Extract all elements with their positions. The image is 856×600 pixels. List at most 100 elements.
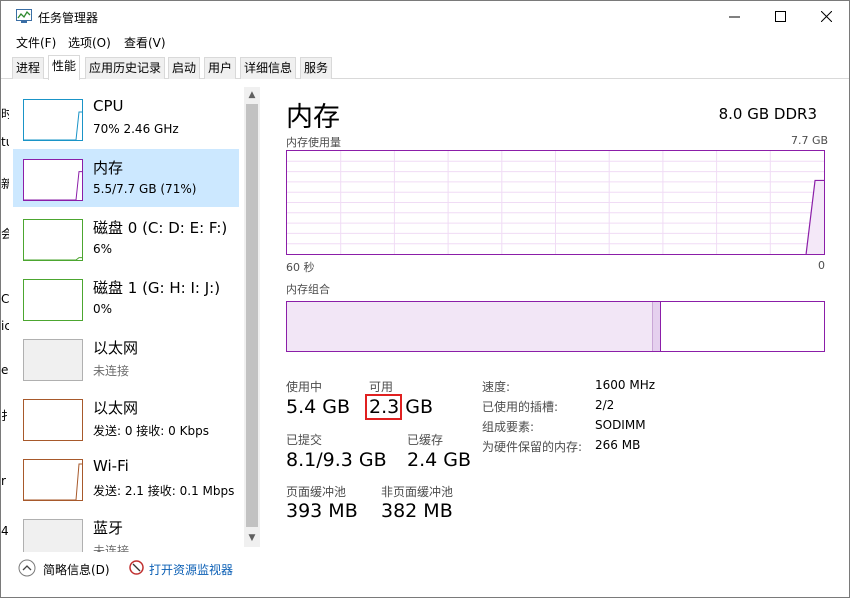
resource-title: 内存 <box>93 159 124 177</box>
scroll-down-icon[interactable]: ▼ <box>244 530 260 547</box>
detail-reserved-key: 为硬件保留的内存: <box>482 440 583 454</box>
tab-startup[interactable]: 启动 <box>168 57 201 79</box>
detail-speed-value: 1600 MHz <box>595 378 656 392</box>
maximize-icon <box>774 11 786 22</box>
tab-processes[interactable]: 进程 <box>12 57 45 79</box>
composition-label: 内存组合 <box>286 283 330 296</box>
bluetooth-thumbnail <box>23 519 83 552</box>
paged-pool-label: 页面缓冲池 <box>286 485 347 499</box>
ethernet-thumbnail <box>23 339 83 381</box>
nonpaged-pool-label: 非页面缓冲池 <box>381 485 454 499</box>
resource-title: 磁盘 0 (C: D: E: F:) <box>93 219 228 237</box>
resource-title: Wi-Fi <box>93 457 129 475</box>
resource-monitor-icon <box>129 560 144 575</box>
memory-composition-bar <box>286 301 825 352</box>
close-button[interactable] <box>803 1 849 32</box>
memory-spec: 8.0 GB DDR3 <box>718 105 817 123</box>
resource-subtitle: 发送: 2.1 接收: 0.1 Mbps <box>93 484 235 498</box>
title-bar: 任务管理器 <box>1 1 849 32</box>
tab-app-history[interactable]: 应用历史记录 <box>85 57 166 79</box>
resource-title: 以太网 <box>93 399 139 417</box>
detail-speed-key: 速度: <box>482 380 511 394</box>
tab-details[interactable]: 详细信息 <box>240 57 297 79</box>
minimize-button[interactable] <box>711 1 757 32</box>
menu-options[interactable]: 选项(O) <box>68 34 111 51</box>
committed-label: 已提交 <box>286 433 323 447</box>
resource-cpu[interactable]: CPU 70% 2.46 GHz <box>13 89 239 147</box>
composition-in-use <box>287 302 653 351</box>
thumbnail-trend-line <box>24 171 82 201</box>
tab-strip: 进程 性能 应用历史记录 启动 用户 详细信息 服务 <box>1 55 849 80</box>
resource-title: 以太网 <box>93 339 139 357</box>
maximize-button[interactable] <box>757 1 803 32</box>
detail-slots-key: 已使用的插槽: <box>482 400 559 414</box>
thumbnail-trend-path <box>24 463 82 501</box>
thumbnail-trend-line <box>24 111 82 141</box>
tab-performance[interactable]: 性能 <box>48 55 81 80</box>
detail-slots-value: 2/2 <box>595 398 615 412</box>
composition-modified <box>653 302 661 351</box>
tab-services[interactable]: 服务 <box>300 57 333 79</box>
annotation-highlight-box <box>365 394 402 420</box>
thumbnail-trend-line <box>24 463 82 501</box>
minimize-icon <box>728 16 740 18</box>
cached-label: 已缓存 <box>407 433 444 447</box>
memory-thumbnail <box>23 159 83 201</box>
resource-ethernet-2[interactable]: 以太网 发送: 0 接收: 0 Kbps <box>13 389 239 447</box>
resource-wifi[interactable]: Wi-Fi 发送: 2.1 接收: 0.1 Mbps <box>13 449 239 507</box>
x-tick-right: 0 <box>818 259 825 272</box>
resource-disk-1[interactable]: 磁盘 1 (G: H: I: J:) 0% <box>13 269 239 327</box>
detail-reserved-value: 266 MB <box>595 438 641 452</box>
paged-pool-value: 393 MB <box>286 500 358 522</box>
menu-bar: 文件(F) 选项(O) 查看(V) <box>1 32 849 52</box>
resource-title: 蓝牙 <box>93 519 124 537</box>
available-unit: GB <box>405 396 434 418</box>
resource-subtitle: 0% <box>93 302 113 316</box>
resource-list: CPU 70% 2.46 GHz 内存 5.5/7.7 GB (71%) 磁盘 … <box>1 87 261 552</box>
nonpaged-pool-value: 382 MB <box>381 500 453 522</box>
scroll-up-icon[interactable]: ▲ <box>244 87 260 104</box>
close-icon <box>820 11 832 22</box>
window-title: 任务管理器 <box>38 11 99 25</box>
resource-subtitle: 未连接 <box>93 544 130 552</box>
resource-subtitle: 发送: 0 接收: 0 Kbps <box>93 424 209 438</box>
resource-bluetooth[interactable]: 蓝牙 未连接 <box>13 509 239 552</box>
resource-title: CPU <box>93 97 124 115</box>
footer-bar: 简略信息(D) 打开资源监视器 <box>1 552 849 588</box>
wifi-thumbnail <box>23 459 83 501</box>
chevron-up-icon[interactable] <box>18 559 36 577</box>
cached-value: 2.4 GB <box>407 449 472 471</box>
scrollbar-thumb[interactable] <box>246 104 258 527</box>
task-manager-icon <box>16 9 32 23</box>
detail-form-factor-key: 组成要素: <box>482 420 535 434</box>
memory-usage-area <box>806 180 824 254</box>
resource-subtitle: 70% 2.46 GHz <box>93 122 179 136</box>
resource-disk-0[interactable]: 磁盘 0 (C: D: E: F:) 6% <box>13 209 239 267</box>
ethernet-thumbnail <box>23 399 83 441</box>
cpu-thumbnail <box>23 99 83 141</box>
x-tick-left: 60 秒 <box>286 261 315 274</box>
menu-view[interactable]: 查看(V) <box>124 34 166 51</box>
resource-subtitle: 未连接 <box>93 364 130 378</box>
resource-subtitle: 5.5/7.7 GB (71%) <box>93 182 197 196</box>
thumbnail-trend-line <box>24 257 82 261</box>
usage-graph-label: 内存使用量 <box>286 136 341 149</box>
committed-value: 8.1/9.3 GB <box>286 449 387 471</box>
brief-info-link[interactable]: 简略信息(D) <box>43 561 110 578</box>
disk-thumbnail <box>23 219 83 261</box>
task-manager-window: 任务管理器 文件(F) 选项(O) 查看(V) 进程 性能 应用历史记录 启动 … <box>0 0 850 598</box>
disk-thumbnail <box>23 279 83 321</box>
available-label: 可用 <box>369 380 394 394</box>
resource-title: 磁盘 1 (G: H: I: J:) <box>93 279 221 297</box>
thumbnail-trend-path <box>24 257 82 261</box>
resource-ethernet-1[interactable]: 以太网 未连接 <box>13 329 239 387</box>
tab-users[interactable]: 用户 <box>204 57 237 79</box>
menu-file[interactable]: 文件(F) <box>16 34 56 51</box>
in-use-value: 5.4 GB <box>286 396 351 418</box>
memory-usage-chart <box>286 150 825 255</box>
sidebar-scrollbar[interactable]: ▲ ▼ <box>244 87 260 547</box>
thumbnail-trend-path <box>24 111 82 141</box>
thumbnail-trend-path <box>24 171 82 201</box>
open-resource-monitor-link[interactable]: 打开资源监视器 <box>149 561 233 578</box>
resource-memory[interactable]: 内存 5.5/7.7 GB (71%) <box>13 149 239 207</box>
